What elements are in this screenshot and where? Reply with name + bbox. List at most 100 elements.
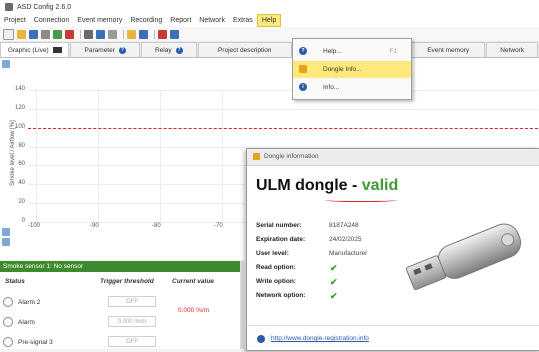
- disconnect-icon[interactable]: [65, 29, 74, 39]
- menu-item-label: Info...: [323, 84, 340, 91]
- menu-item-info[interactable]: i Info...: [293, 79, 411, 96]
- status-radio[interactable]: [3, 337, 13, 347]
- x-tick-label: -90: [90, 223, 99, 229]
- zoom-in-icon[interactable]: [2, 60, 10, 68]
- status-radio[interactable]: [3, 297, 13, 307]
- heading-text: ULM dongle -: [256, 177, 362, 194]
- tab-project-description[interactable]: Project description: [197, 42, 292, 57]
- toolbar-separator: [154, 29, 155, 39]
- y-tick-label: 80: [18, 142, 25, 149]
- threshold-line: [28, 127, 538, 129]
- check-icon: ✔: [330, 263, 338, 273]
- tab-label: Project description: [217, 46, 272, 54]
- x-gridline: [160, 90, 161, 222]
- tab-event-memory[interactable]: Event memory: [410, 42, 486, 57]
- status-label: Pre-signal 3: [18, 339, 53, 346]
- tab-parameter[interactable]: Parameter ?: [70, 42, 140, 57]
- menu-item-shortcut: F1: [389, 48, 397, 55]
- field-key: User level:: [256, 250, 289, 257]
- menu-network[interactable]: Network: [195, 14, 229, 27]
- dongle-info-dialog: Dongle information ULM dongle - valid Se…: [246, 148, 539, 351]
- toolbar-separator: [80, 29, 81, 39]
- dialog-title-bar[interactable]: Dongle information: [247, 149, 539, 166]
- menu-extras[interactable]: Extras: [229, 14, 257, 27]
- save-icon[interactable]: [29, 29, 38, 39]
- menu-item-dongle-info[interactable]: Dongle Info...: [293, 61, 411, 78]
- y-tick-label: 20: [18, 199, 25, 206]
- dongle-icon: [253, 153, 260, 160]
- sensor-row: Alarm 0.000 %/m: [0, 312, 240, 332]
- write-icon[interactable]: [96, 29, 105, 39]
- threshold-field[interactable]: OFF: [108, 296, 156, 307]
- folder-icon[interactable]: [127, 29, 136, 39]
- tab-relay[interactable]: Relay ?: [140, 42, 197, 57]
- graph-icon: [52, 47, 62, 53]
- menu-item-label: Dongle Info...: [323, 66, 362, 73]
- panel-splitter[interactable]: [240, 261, 244, 349]
- y-tick-label: 40: [18, 180, 25, 187]
- zoom-in-icon[interactable]: [2, 228, 10, 236]
- dongle-icon: [299, 65, 307, 73]
- menu-bar: Project Connection Event memory Recordin…: [0, 14, 539, 27]
- new-file-icon[interactable]: [3, 28, 14, 40]
- tab-graphic-live[interactable]: Graphic (Live): [0, 42, 70, 57]
- x-gridline: [98, 90, 99, 222]
- x-tick-label: -100: [28, 223, 41, 229]
- check-icon: ✔: [330, 291, 338, 301]
- info-icon: i: [299, 83, 307, 91]
- help-circle-icon: ?: [175, 46, 183, 54]
- field-key: Write option:: [256, 278, 296, 285]
- tab-bar: Graphic (Live) Parameter ? Relay ? Proje…: [0, 41, 539, 58]
- toolbar: [0, 27, 539, 41]
- x-gridline: [36, 90, 37, 222]
- menu-item-help[interactable]: ? Help... F1: [293, 43, 411, 60]
- status-header: Status: [5, 278, 25, 285]
- threshold-field[interactable]: OFF: [108, 336, 156, 347]
- dongle-status-heading: ULM dongle - valid: [256, 177, 398, 195]
- tab-label: Parameter: [84, 46, 115, 54]
- read-icon[interactable]: [84, 29, 93, 39]
- status-label: Alarm 2: [18, 299, 41, 306]
- tab-label: Event memory: [427, 46, 470, 54]
- zoom-out-icon[interactable]: [2, 238, 10, 246]
- menu-project[interactable]: Project: [0, 14, 30, 27]
- trigger-header: Trigger threshold: [100, 278, 154, 285]
- usb-dongle-image: [405, 223, 522, 291]
- y-axis-label: Smoke level / Airflow [%]: [9, 120, 16, 186]
- registration-link[interactable]: http://www.dongle-registration.info: [271, 335, 369, 342]
- globe-icon: [257, 335, 265, 343]
- status-radio[interactable]: [3, 317, 13, 327]
- dialog-separator: [247, 325, 539, 326]
- help-circle-icon: ?: [299, 47, 307, 55]
- y-tick-label: 0: [21, 218, 25, 224]
- menu-recording[interactable]: Recording: [126, 14, 166, 27]
- network-icon[interactable]: [170, 29, 179, 39]
- dialog-title: Dongle information: [264, 153, 319, 160]
- tab-label: Relay: [154, 46, 172, 54]
- edit-icon[interactable]: [108, 29, 117, 39]
- status-label: Alarm: [18, 319, 35, 326]
- connect-icon[interactable]: [53, 29, 62, 39]
- menu-event-memory[interactable]: Event memory: [73, 14, 126, 27]
- open-folder-icon[interactable]: [17, 29, 26, 39]
- export-icon[interactable]: [139, 29, 148, 39]
- x-gridline: [222, 90, 223, 222]
- tab-network[interactable]: Network: [486, 42, 538, 57]
- menu-report[interactable]: Report: [166, 14, 195, 27]
- sensor-title-bar: Smoke sensor 1: No sensor: [0, 261, 240, 272]
- threshold-field[interactable]: 0.000 %/m: [108, 316, 156, 327]
- toolbar-separator: [123, 29, 124, 39]
- current-header: Current value: [172, 278, 214, 285]
- sensor-row: Pre-signal 3 OFF: [0, 332, 240, 352]
- valid-status: valid: [361, 177, 399, 194]
- title-bar: ASD Config 2.6.0: [0, 0, 539, 14]
- menu-help[interactable]: Help: [256, 14, 282, 27]
- tab-label: Network: [500, 46, 525, 54]
- serial-number-value: 8187A248: [329, 222, 359, 229]
- field-key: Expiration date:: [256, 236, 306, 243]
- help-circle-icon: ?: [118, 46, 126, 54]
- print-icon[interactable]: [41, 29, 50, 39]
- menu-connection[interactable]: Connection: [30, 14, 73, 27]
- menu-item-label: Help...: [323, 48, 342, 55]
- alarm-icon[interactable]: [158, 29, 167, 39]
